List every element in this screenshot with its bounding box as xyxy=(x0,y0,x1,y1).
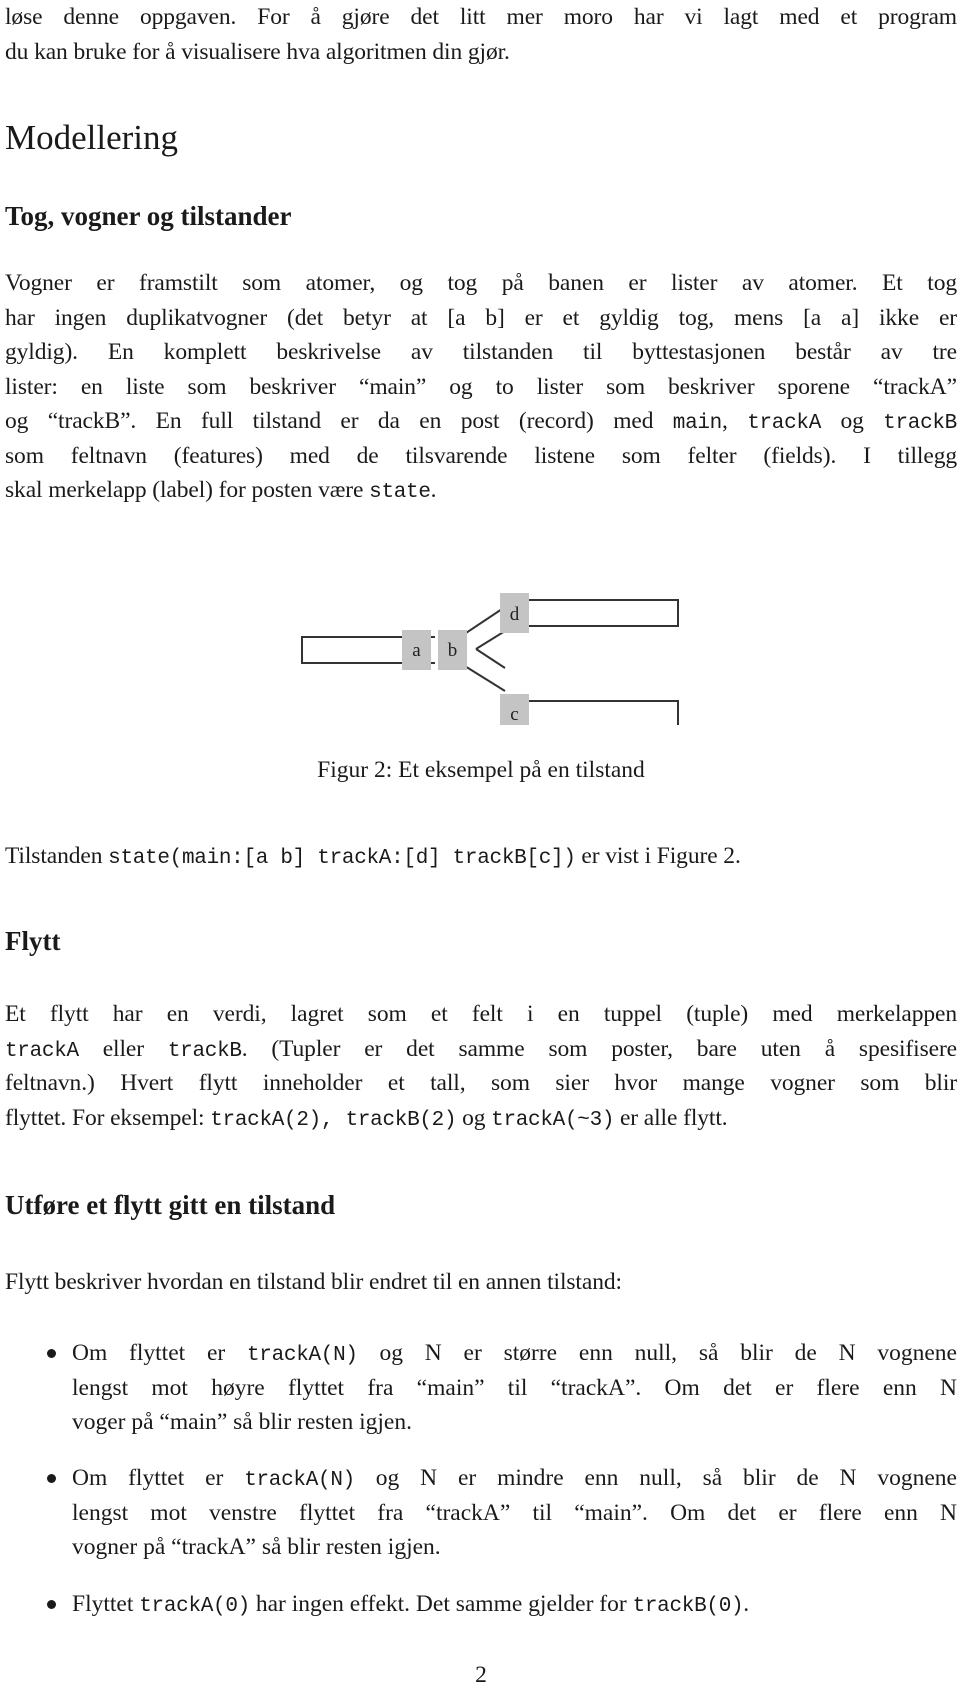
bullet-icon xyxy=(47,1474,56,1483)
text: og N er større enn null, så blir de N vo… xyxy=(357,1340,957,1366)
text: . xyxy=(743,1591,750,1617)
branch-line-lower-inner xyxy=(475,648,506,669)
paragraph-line: skal merkelapp (label) for posten være s… xyxy=(5,473,957,508)
text: Flyttet xyxy=(72,1591,140,1617)
text: . (Tupler er det samme som poster, bare … xyxy=(241,1035,958,1062)
main-track xyxy=(301,636,410,664)
bullet-icon xyxy=(47,1349,56,1358)
branch-line-upper-inner xyxy=(475,630,506,650)
text: , xyxy=(722,408,748,434)
tracka-track xyxy=(525,599,679,627)
code-trackb-0: trackB(0) xyxy=(632,1595,744,1618)
wagon-a-label: a xyxy=(412,640,421,661)
figure-caption: Figur 2: Et eksempel på en tilstand xyxy=(317,757,645,783)
paragraph-line: Et flytt har en verdi, lagret som et fel… xyxy=(5,1001,957,1027)
wagon-c-label: c xyxy=(510,704,518,725)
bullet-text: Om flyttet er trackA(N) og N er mindre e… xyxy=(72,1461,957,1565)
bullet-line: Om flyttet er trackA(N) og N er mindre e… xyxy=(72,1461,957,1496)
text: og xyxy=(821,408,884,434)
bullet-line: voger på “main” så blir resten igjen. xyxy=(72,1409,412,1435)
text: er vist i Figure 2. xyxy=(575,843,741,869)
text: Om flyttet er xyxy=(72,1340,247,1366)
code-tracka-n: trackA(N) xyxy=(247,1344,358,1367)
wagon-b: b xyxy=(438,630,467,670)
text: . xyxy=(430,477,437,503)
wagon-c: c xyxy=(500,694,529,734)
subsection-flytt-paragraph: Et flytt har en verdi, lagret som et fel… xyxy=(5,997,957,1135)
code-tracka-0: trackA(0) xyxy=(139,1595,250,1618)
text: skal merkelapp (label) for posten være xyxy=(5,477,370,503)
text: og xyxy=(456,1104,492,1131)
state-example: Tilstanden state(main:[a b] trackA:[d] t… xyxy=(5,839,957,877)
text: og “trackB”. En full tilstand er da en p… xyxy=(5,408,673,434)
paragraph-line: som feltnavn (features) med de tilsvaren… xyxy=(5,442,957,469)
subsection-title-tog: Tog, vogner og tilstander xyxy=(5,201,292,231)
bullet-icon xyxy=(47,1600,56,1609)
code-trackb: trackB xyxy=(167,1039,242,1063)
paragraph-line: flyttet. For eksempel: trackA(2), trackB… xyxy=(5,1101,957,1136)
wagon-d-label: d xyxy=(510,604,520,625)
code-state-example: state(main:[a b] trackA:[d] trackB[c]) xyxy=(108,847,576,870)
text: eller xyxy=(78,1035,168,1062)
bullet-line: lengst mot venstre flyttet fra “trackA” … xyxy=(72,1499,957,1526)
paragraph-line: feltnavn.) Hvert flytt inneholder et tal… xyxy=(5,1070,957,1096)
subsection-title-utfore: Utføre et flytt gitt en tilstand xyxy=(5,1190,336,1220)
trackb-track xyxy=(525,700,679,728)
code-tracka: trackA xyxy=(5,1039,79,1063)
text: har ingen effekt. Det samme gjelder for xyxy=(249,1591,633,1617)
page-number: 2 xyxy=(475,1662,487,1688)
bullet-line: Flyttet trackA(0) har ingen effekt. Det … xyxy=(72,1587,957,1622)
intro-line: løse denne oppgaven. For å gjøre det lit… xyxy=(5,4,957,30)
text: og N er mindre enn null, så blir de N vo… xyxy=(354,1465,957,1491)
code-tracka-n: trackA(N) xyxy=(244,1469,355,1492)
subsection-utfore-intro: Flytt beskriver hvordan en tilstand blir… xyxy=(5,1269,622,1295)
wagon-a: a xyxy=(402,630,431,670)
subsection-title-flytt: Flytt xyxy=(5,926,61,956)
bullet-line: Om flyttet er trackA(N) og N er større e… xyxy=(72,1336,957,1371)
bullet-line: lengst mot høyre flyttet fra “main” til … xyxy=(72,1374,957,1401)
intro-paragraph: løse denne oppgaven. For å gjøre det lit… xyxy=(5,0,957,69)
bullet-text: Flyttet trackA(0) har ingen effekt. Det … xyxy=(72,1587,957,1622)
code-move-examples: trackA(2), trackB(2) xyxy=(210,1108,457,1132)
intro-line: du kan bruke for å visualisere hva algor… xyxy=(5,38,510,65)
code-main: main xyxy=(672,412,723,435)
bullet-text: Om flyttet er trackA(N) og N er større e… xyxy=(72,1336,957,1440)
wagon-d: d xyxy=(500,593,529,633)
paragraph-line: trackA eller trackB. (Tupler er det samm… xyxy=(5,1032,957,1067)
code-trackb: trackB xyxy=(883,412,957,435)
paragraph-line: og “trackB”. En full tilstand er da en p… xyxy=(5,404,957,439)
code-state: state xyxy=(369,481,431,504)
bullet-line: vogner på “trackA” så blir resten igjen. xyxy=(72,1534,441,1560)
paragraph-line: Vogner er framstilt som atomer, og tog p… xyxy=(5,270,957,296)
code-move-negative: trackA(~3) xyxy=(491,1108,615,1132)
wagon-b-label: b xyxy=(448,640,458,661)
code-tracka: trackA xyxy=(747,412,822,435)
text: er alle flytt. xyxy=(614,1104,728,1131)
track-diagram: a b d c xyxy=(301,593,679,734)
text: Tilstanden xyxy=(5,843,109,869)
text: flyttet. For eksempel: xyxy=(5,1104,211,1131)
figure-track-diagram: a b d c xyxy=(300,585,700,734)
text: Om flyttet er xyxy=(72,1465,245,1491)
subsection-tog-paragraph: Vogner er framstilt som atomer, og tog p… xyxy=(5,266,957,508)
paragraph-line: gyldig). En komplett beskrivelse av tils… xyxy=(5,339,957,365)
paragraph-line: lister: en liste som beskriver “main” og… xyxy=(5,373,957,400)
section-title: Modellering xyxy=(5,118,179,157)
paragraph-line: har ingen duplikatvogner (det betyr at [… xyxy=(5,304,957,331)
